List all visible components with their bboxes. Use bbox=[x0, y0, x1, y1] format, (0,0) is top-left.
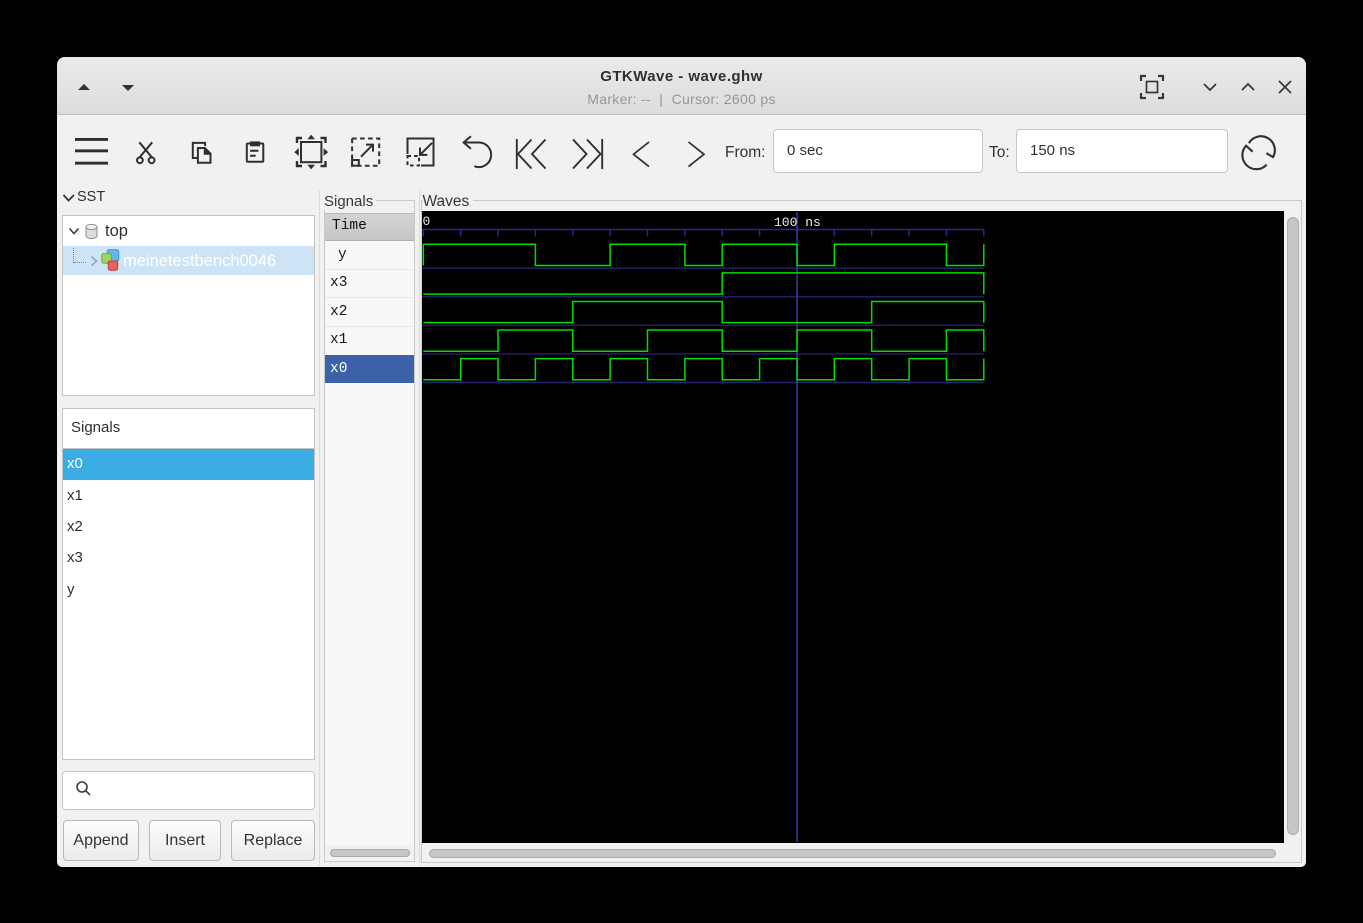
svg-text:0: 0 bbox=[423, 214, 431, 229]
svg-text:100 ns: 100 ns bbox=[774, 215, 821, 230]
